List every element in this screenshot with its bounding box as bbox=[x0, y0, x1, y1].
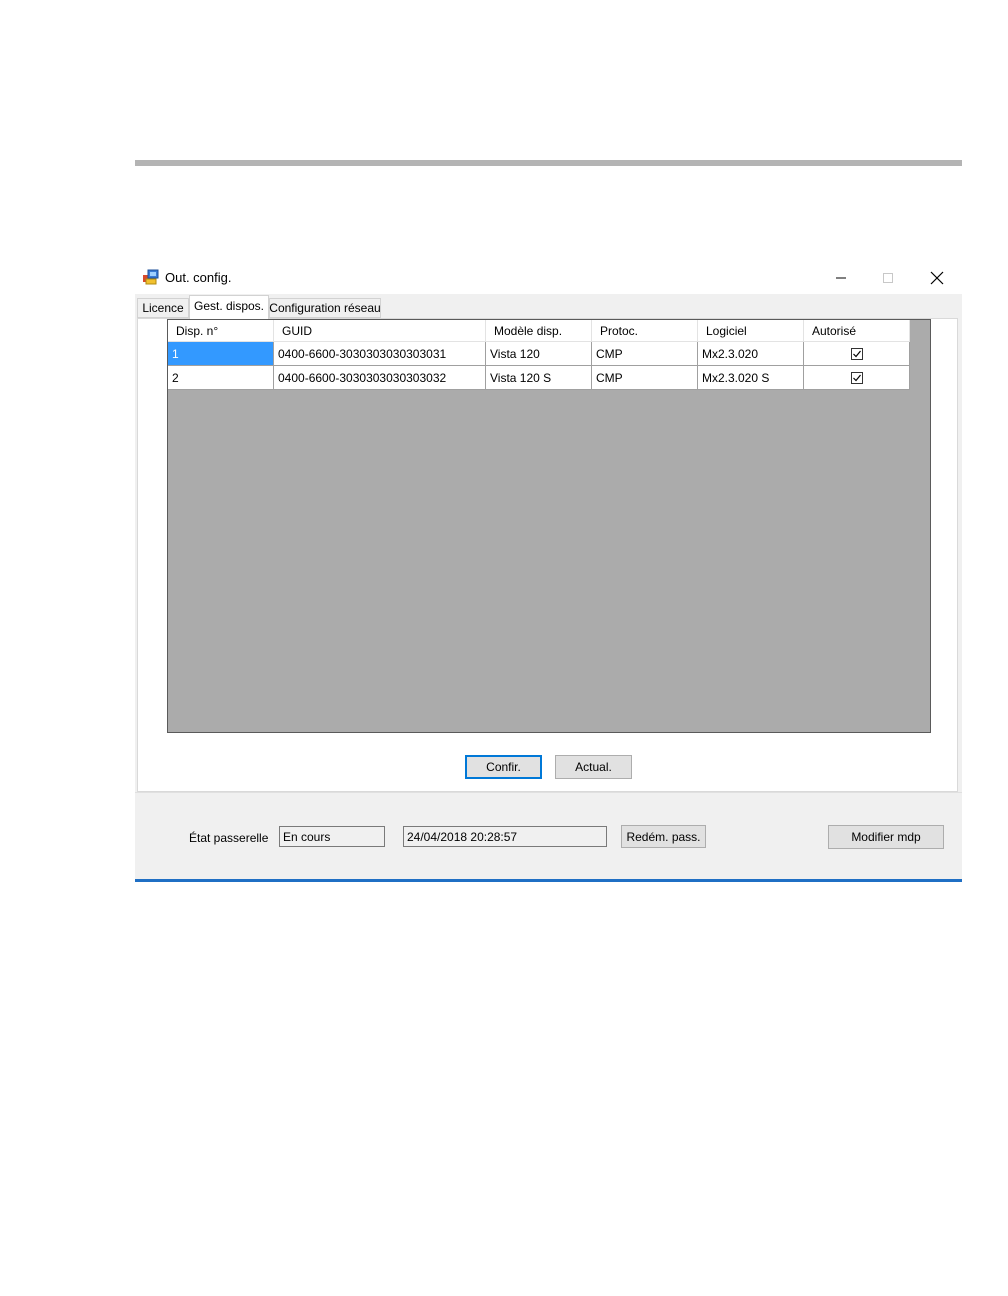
tab-licence[interactable]: Licence bbox=[137, 298, 189, 318]
close-icon bbox=[930, 271, 944, 285]
authorized-checkbox[interactable] bbox=[850, 371, 863, 384]
gateway-state-field: En cours bbox=[279, 826, 385, 847]
column-header-protocol[interactable]: Protoc. bbox=[592, 320, 698, 342]
column-header-authorized[interactable]: Autorisé bbox=[804, 320, 910, 342]
cell-guid[interactable]: 0400-6600-3030303030303032 bbox=[274, 366, 486, 390]
cell-disp[interactable]: 2 bbox=[168, 366, 274, 390]
confirm-button[interactable]: Confir. bbox=[465, 755, 542, 779]
maximize-icon bbox=[883, 273, 893, 283]
gateway-status-label: État passerelle bbox=[189, 831, 269, 845]
tab-panel-devices: Disp. n° GUID Modèle disp. Protoc. Logic… bbox=[137, 318, 958, 792]
document-divider bbox=[135, 160, 962, 166]
table-row[interactable]: 1 0400-6600-3030303030303031 Vista 120 C… bbox=[168, 342, 910, 366]
minimize-button[interactable] bbox=[818, 262, 864, 294]
authorized-checkbox[interactable] bbox=[850, 347, 863, 360]
tab-label: Configuration réseau bbox=[269, 301, 381, 315]
tab-strip: Licence Gest. dispos. Configuration rése… bbox=[137, 295, 957, 319]
cell-protocol[interactable]: CMP bbox=[592, 342, 698, 366]
app-config-icon bbox=[143, 269, 159, 285]
config-window: Out. config. Licence Gest. dispos. Confi… bbox=[135, 262, 962, 882]
column-header-disp[interactable]: Disp. n° bbox=[168, 320, 274, 342]
column-header-software[interactable]: Logiciel bbox=[698, 320, 804, 342]
tab-gest-dispos[interactable]: Gest. dispos. bbox=[189, 295, 269, 319]
window-bottom-border bbox=[135, 879, 962, 882]
tab-label: Gest. dispos. bbox=[193, 299, 265, 313]
maximize-button[interactable] bbox=[865, 262, 911, 294]
change-password-button[interactable]: Modifier mdp bbox=[828, 825, 944, 849]
grid-header: Disp. n° GUID Modèle disp. Protoc. Logic… bbox=[168, 320, 910, 342]
cell-guid[interactable]: 0400-6600-3030303030303031 bbox=[274, 342, 486, 366]
gateway-timestamp-field: 24/04/2018 20:28:57 bbox=[403, 826, 607, 847]
column-header-guid[interactable]: GUID bbox=[274, 320, 486, 342]
cell-protocol[interactable]: CMP bbox=[592, 366, 698, 390]
status-separator bbox=[135, 792, 962, 793]
cell-software[interactable]: Mx2.3.020 S bbox=[698, 366, 804, 390]
devices-grid[interactable]: Disp. n° GUID Modèle disp. Protoc. Logic… bbox=[167, 319, 931, 733]
minimize-icon bbox=[836, 277, 846, 279]
checkmark-icon bbox=[852, 350, 861, 357]
tab-label: Licence bbox=[142, 301, 184, 315]
cell-disp[interactable]: 1 bbox=[168, 342, 274, 366]
cell-model[interactable]: Vista 120 S bbox=[486, 366, 592, 390]
column-header-model[interactable]: Modèle disp. bbox=[486, 320, 592, 342]
cell-authorized[interactable] bbox=[804, 342, 910, 366]
title-bar[interactable]: Out. config. bbox=[135, 262, 962, 294]
cell-authorized[interactable] bbox=[804, 366, 910, 390]
refresh-button[interactable]: Actual. bbox=[555, 755, 632, 779]
table-row[interactable]: 2 0400-6600-3030303030303032 Vista 120 S… bbox=[168, 366, 910, 390]
window-title: Out. config. bbox=[165, 270, 232, 285]
close-button[interactable] bbox=[914, 262, 960, 294]
restart-gateway-button[interactable]: Redém. pass. bbox=[621, 825, 706, 848]
cell-model[interactable]: Vista 120 bbox=[486, 342, 592, 366]
checkmark-icon bbox=[852, 374, 861, 381]
cell-software[interactable]: Mx2.3.020 bbox=[698, 342, 804, 366]
tab-configuration-reseau[interactable]: Configuration réseau bbox=[269, 298, 381, 318]
